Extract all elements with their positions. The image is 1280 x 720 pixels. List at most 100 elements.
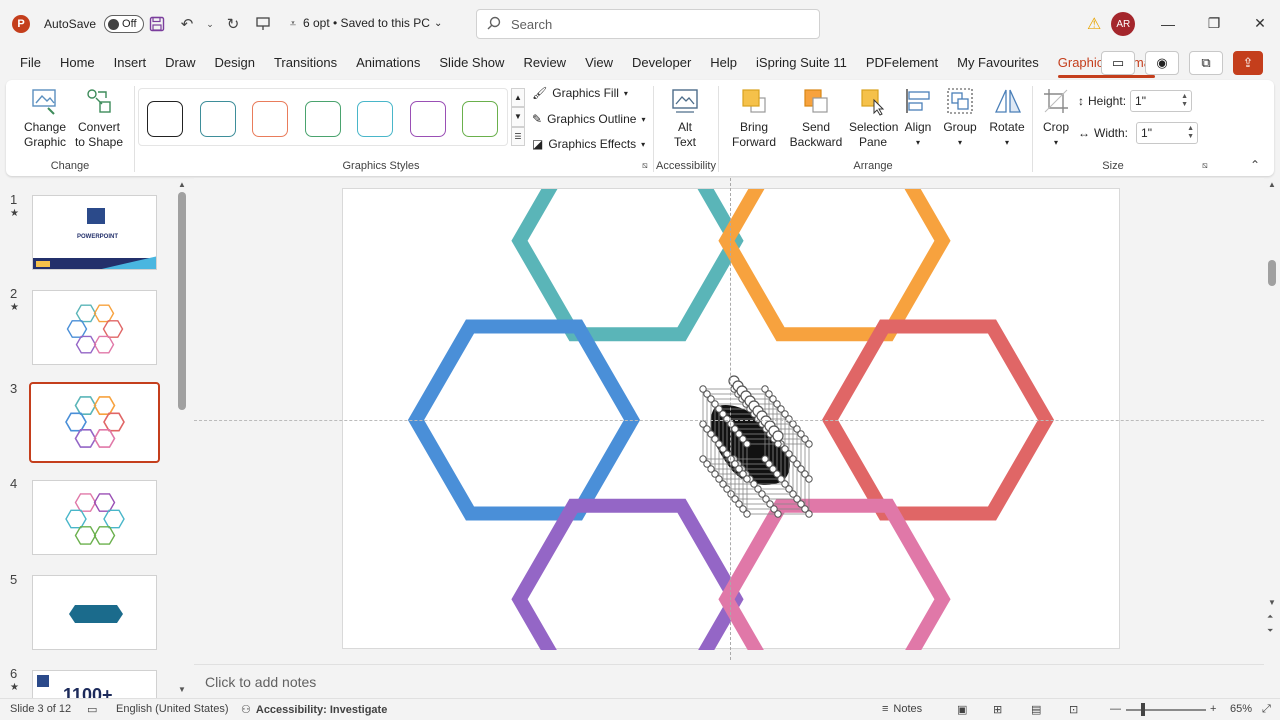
- tab-help[interactable]: Help: [710, 48, 737, 78]
- resize-handle[interactable]: [805, 475, 813, 483]
- slide-thumbnail-5[interactable]: [32, 575, 157, 650]
- teams-icon[interactable]: ⧉: [1189, 51, 1223, 75]
- tab-design[interactable]: Design: [215, 48, 255, 78]
- slide-thumbnail-4[interactable]: [32, 480, 157, 555]
- language[interactable]: English (United States): [116, 703, 229, 715]
- resize-handle[interactable]: [774, 440, 782, 448]
- hexagon-shape[interactable]: [93, 335, 115, 354]
- resize-handle[interactable]: [774, 510, 782, 518]
- dialog-launcher-icon[interactable]: ⧅: [1202, 160, 1208, 171]
- hexagon-teal[interactable]: [511, 140, 744, 342]
- slide-thumbnail-1[interactable]: POWERPOINT: [32, 195, 157, 270]
- avatar[interactable]: AR: [1111, 12, 1136, 36]
- hexagon-shape[interactable]: [65, 412, 87, 432]
- hexagon-shape[interactable]: [75, 335, 97, 354]
- tab-view[interactable]: View: [585, 48, 613, 78]
- canvas-scrollbar[interactable]: [1268, 260, 1276, 286]
- warning-icon[interactable]: ⚠: [1087, 14, 1101, 34]
- customize-toolbar-icon[interactable]: ⩡: [282, 13, 304, 35]
- hexagon-shape[interactable]: [93, 493, 116, 512]
- vertical-guide[interactable]: [730, 178, 731, 660]
- graphics-effects-button[interactable]: ◪ Graphics Effects ▾: [532, 137, 645, 151]
- prev-slide-icon[interactable]: ⏶: [1267, 612, 1273, 622]
- autosave-toggle[interactable]: Off: [104, 15, 145, 33]
- restore-icon[interactable]: ❐: [1191, 15, 1237, 32]
- tab-transitions[interactable]: Transitions: [274, 48, 337, 78]
- dialog-launcher-icon[interactable]: ⧅: [642, 160, 648, 171]
- reading-view-icon[interactable]: ▤: [1031, 703, 1041, 716]
- rotate-handle[interactable]: [772, 430, 784, 442]
- chevron-down-icon[interactable]: ▼: [1268, 598, 1276, 607]
- next-slide-icon[interactable]: ⏷: [1267, 626, 1273, 636]
- selected-objects[interactable]: [699, 375, 813, 518]
- search-input[interactable]: Search: [476, 9, 820, 39]
- accessibility-status[interactable]: Accessibility: Investigate: [256, 704, 387, 716]
- graphics-style-2[interactable]: [199, 101, 236, 137]
- redo-icon[interactable]: ↻: [222, 13, 244, 35]
- notes-button[interactable]: Notes: [893, 703, 922, 715]
- tab-file[interactable]: File: [20, 48, 41, 78]
- tab-animations[interactable]: Animations: [356, 48, 420, 78]
- width-input[interactable]: 1" ▲ ▼: [1136, 122, 1199, 144]
- hexagon-shape[interactable]: [102, 320, 124, 338]
- normal-view-icon[interactable]: ▣: [957, 703, 967, 716]
- group-button[interactable]: Group ▾: [940, 86, 980, 150]
- spelling-icon[interactable]: ▭: [87, 703, 97, 716]
- tab-review[interactable]: Review: [523, 48, 566, 78]
- hexagon-shape[interactable]: [93, 526, 116, 545]
- hexagon-shape[interactable]: [93, 304, 115, 323]
- slide-thumbnail-3[interactable]: [29, 382, 160, 463]
- hexagon-shape[interactable]: [93, 428, 116, 448]
- resize-handle[interactable]: [805, 440, 813, 448]
- chevron-down-icon[interactable]: ▼: [511, 107, 525, 127]
- slideshow-icon[interactable]: ⊡: [1069, 703, 1078, 716]
- zoom-slider[interactable]: [1126, 709, 1206, 711]
- spinner-icon[interactable]: ▲ ▼: [1181, 93, 1191, 109]
- selection-pane-button[interactable]: Selection Pane: [848, 86, 898, 150]
- thumbnails-scrollbar[interactable]: [178, 192, 186, 410]
- tab-insert[interactable]: Insert: [114, 48, 147, 78]
- tab-developer[interactable]: Developer: [632, 48, 691, 78]
- undo-icon[interactable]: ↶: [176, 13, 198, 35]
- hexagon-shape[interactable]: [74, 428, 97, 448]
- zoom-in-icon[interactable]: +: [1210, 703, 1216, 715]
- chevron-up-icon[interactable]: ▲: [511, 88, 525, 108]
- hexagon-shape[interactable]: [74, 526, 97, 545]
- minimize-icon[interactable]: —: [1145, 16, 1191, 32]
- tab-my-favourites[interactable]: My Favourites: [957, 48, 1039, 78]
- zoom-out-icon[interactable]: —: [1110, 703, 1121, 715]
- more-icon[interactable]: ☰: [511, 126, 525, 146]
- hexagon-shape[interactable]: [75, 304, 97, 323]
- height-input[interactable]: 1" ▲ ▼: [1130, 90, 1193, 112]
- graphics-style-1[interactable]: [147, 101, 183, 137]
- chevron-up-icon[interactable]: ▲: [1268, 180, 1276, 189]
- hexagon-purple[interactable]: [511, 498, 744, 700]
- resize-handle[interactable]: [743, 475, 751, 483]
- convert-to-shape-button[interactable]: Convert to Shape: [72, 86, 126, 150]
- fit-slide-icon[interactable]: ⤢: [1262, 703, 1271, 716]
- horizontal-guide[interactable]: [194, 420, 1264, 421]
- graphics-style-6[interactable]: [409, 101, 446, 137]
- hexagon-shape[interactable]: [65, 509, 87, 529]
- hexagon-shape[interactable]: [74, 493, 97, 512]
- tab-slide-show[interactable]: Slide Show: [439, 48, 504, 78]
- notes-pane[interactable]: Click to add notes: [194, 664, 1264, 698]
- styles-scroll[interactable]: ▲ ▼ ☰: [511, 88, 525, 146]
- rotate-button[interactable]: Rotate ▾: [982, 86, 1032, 150]
- tab-pdfelement[interactable]: PDFelement: [866, 48, 938, 78]
- tab-draw[interactable]: Draw: [165, 48, 195, 78]
- resize-handle[interactable]: [805, 510, 813, 518]
- slide-thumbnail-2[interactable]: [32, 290, 157, 365]
- slide-info[interactable]: Slide 3 of 12: [10, 703, 71, 715]
- change-graphic-button[interactable]: Change Graphic: [18, 86, 72, 150]
- graphics-outline-button[interactable]: ✎ Graphics Outline ▾: [532, 112, 645, 126]
- zoom-level[interactable]: 65%: [1230, 703, 1252, 715]
- chevron-up-icon[interactable]: ▲: [178, 180, 186, 189]
- chevron-down-icon[interactable]: ▼: [178, 685, 186, 694]
- graphics-fill-button[interactable]: 🖌 Graphics Fill ▾: [532, 86, 628, 100]
- hexagon-pink[interactable]: [718, 498, 951, 700]
- slide-thumbnail-6[interactable]: 1100+: [32, 670, 157, 698]
- graphics-style-4[interactable]: [304, 101, 341, 137]
- graphics-style-7[interactable]: [462, 101, 498, 137]
- present-icon[interactable]: [252, 13, 274, 35]
